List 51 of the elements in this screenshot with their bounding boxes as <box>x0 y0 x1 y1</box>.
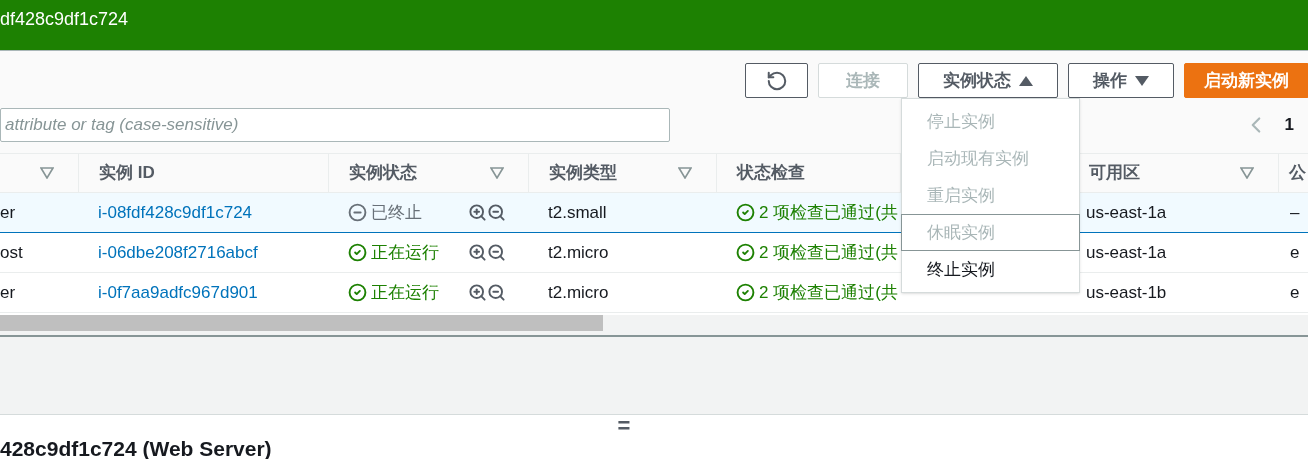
scrollbar-thumb[interactable] <box>0 315 603 331</box>
column-header[interactable]: 状态检查 <box>737 160 805 186</box>
status-text: 已终止 <box>371 201 422 224</box>
zoom-out-icon[interactable] <box>487 243 506 262</box>
status-text: 正在运行 <box>371 281 439 304</box>
filter-icon[interactable] <box>490 167 504 179</box>
caret-up-icon <box>1019 75 1033 86</box>
resize-handle[interactable]: = <box>617 415 631 437</box>
table-cell: t2.micro <box>548 282 609 302</box>
table-cell: us-east-1b <box>1086 282 1167 302</box>
table-cell: us-east-1a <box>1086 242 1167 262</box>
status-text: 2 项检查已通过(共 <box>759 241 898 264</box>
check-circle-icon <box>736 203 755 222</box>
column-header[interactable]: 可用区 <box>1089 160 1140 186</box>
status-text: 2 项检查已通过(共 <box>759 281 898 304</box>
column-header[interactable]: 实例类型 <box>549 160 617 186</box>
column-header[interactable]: 公 <box>1289 160 1306 186</box>
table-cell: t2.micro <box>548 242 609 262</box>
table-cell: er <box>0 282 16 302</box>
column-header[interactable]: 实例状态 <box>349 160 417 186</box>
zoom-out-icon[interactable] <box>487 283 506 302</box>
filter-icon[interactable] <box>1240 167 1254 179</box>
instance-id-link[interactable]: i-08fdf428c9df1c724 <box>98 202 253 222</box>
check-circle-icon <box>736 283 755 302</box>
column-header[interactable]: 实例 ID <box>99 160 155 186</box>
refresh-icon <box>765 69 788 92</box>
zoom-in-icon[interactable] <box>468 283 487 302</box>
filter-icon[interactable] <box>678 167 692 179</box>
check-circle-icon <box>736 243 755 262</box>
dropdown-button[interactable]: 操作 <box>1068 63 1174 98</box>
table-cell: – <box>1290 202 1300 222</box>
header-title: df428c9df1c724 <box>0 7 129 31</box>
dropdown-button[interactable]: 实例状态 <box>918 63 1058 98</box>
status-text: 2 项检查已通过(共 <box>759 201 898 224</box>
table-cell: t2.small <box>548 202 607 222</box>
table-cell: er <box>0 202 16 222</box>
zoom-in-icon[interactable] <box>468 243 487 262</box>
instance-id-link[interactable]: i-0f7aa9adfc967d901 <box>98 282 258 302</box>
table-cell: e <box>1290 242 1300 262</box>
status-text: 正在运行 <box>371 241 439 264</box>
zoom-in-icon[interactable] <box>468 203 487 222</box>
filter-icon[interactable] <box>40 167 54 179</box>
instance-id-link[interactable]: i-06dbe208f2716abcf <box>98 242 258 262</box>
zoom-out-icon[interactable] <box>487 203 506 222</box>
table-cell: us-east-1a <box>1086 202 1167 222</box>
caret-down-icon <box>1135 75 1149 86</box>
search-field[interactable]: attribute or tag (case-sensitive) <box>0 108 670 142</box>
table-cell: ost <box>0 242 23 262</box>
refresh-button[interactable] <box>745 63 808 98</box>
page-number[interactable]: 1 <box>1284 112 1294 138</box>
table-cell: e <box>1290 282 1300 302</box>
